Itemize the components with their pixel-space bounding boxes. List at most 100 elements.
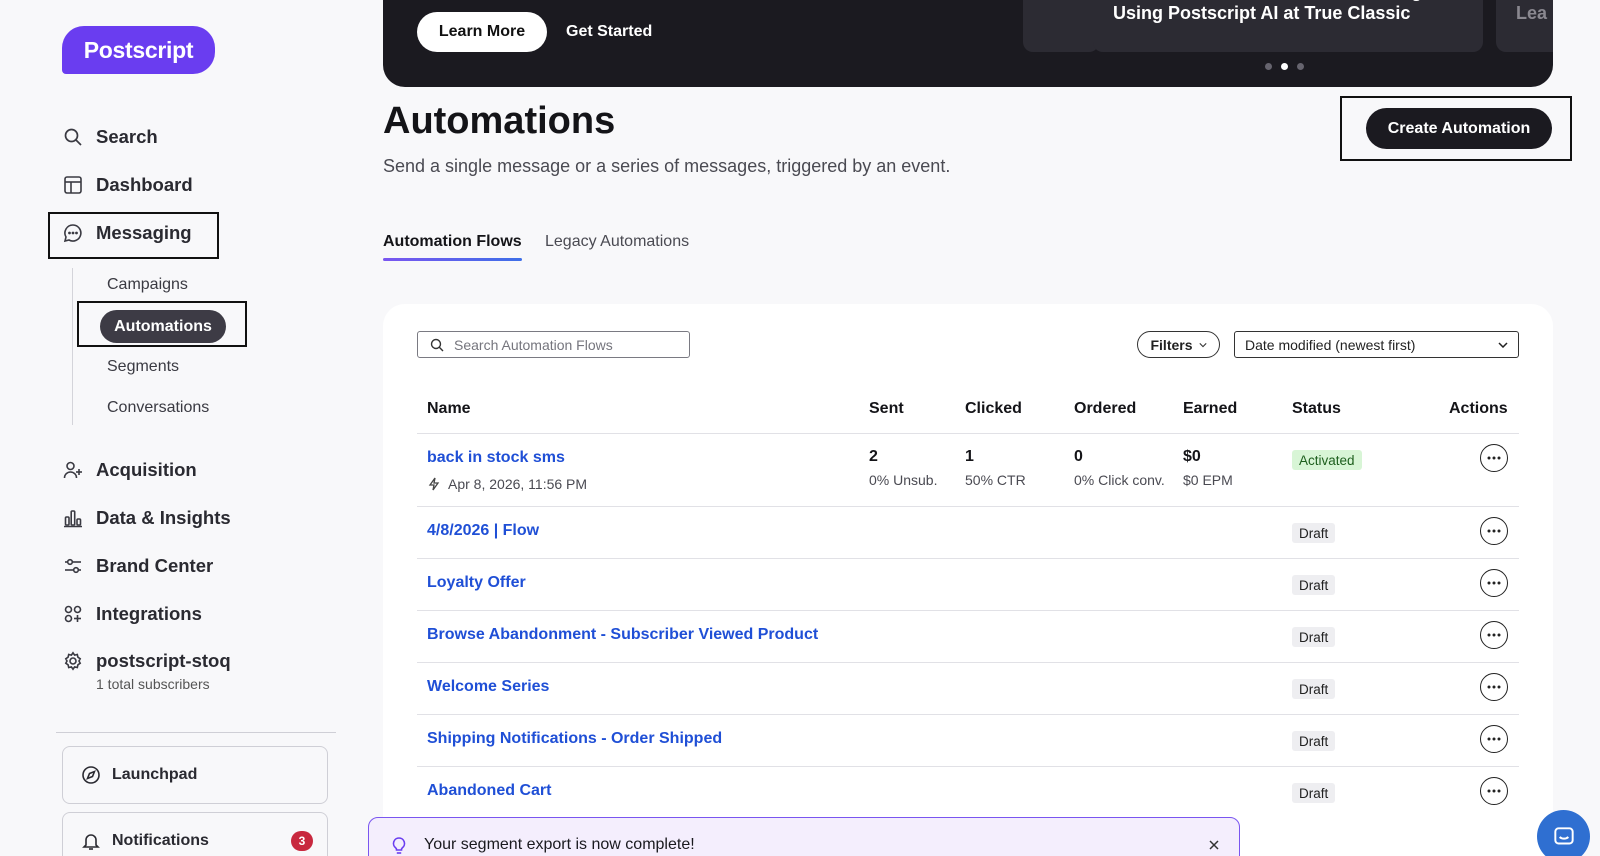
nav-label: Acquisition <box>96 459 197 480</box>
col-earned[interactable]: Earned <box>1183 400 1237 418</box>
col-name[interactable]: Name <box>427 400 471 418</box>
flow-link[interactable]: Loyalty Offer <box>427 574 526 592</box>
sent-value: 2 <box>869 448 878 465</box>
row-divider <box>417 433 1519 434</box>
compass-icon <box>81 765 101 785</box>
create-automation-button[interactable]: Create Automation <box>1366 108 1552 149</box>
notifications-badge: 3 <box>291 831 313 851</box>
nav-label: Data & Insights <box>96 507 231 528</box>
chevron-down-icon <box>1198 342 1207 348</box>
flow-link[interactable]: Welcome Series <box>427 678 549 696</box>
launchpad-label: Launchpad <box>112 766 198 783</box>
carousel-dot[interactable] <box>1297 63 1304 70</box>
tab-legacy-automations[interactable]: Legacy Automations <box>545 233 689 251</box>
filters-button[interactable]: Filters <box>1137 331 1220 358</box>
col-actions: Actions <box>1449 400 1508 417</box>
subscriber-count: 1 total subscribers <box>96 676 210 692</box>
chat-icon <box>62 222 84 244</box>
status-badge: Draft <box>1292 627 1336 647</box>
row-actions-button[interactable] <box>1480 517 1508 545</box>
dashboard-icon <box>62 174 84 196</box>
flow-date: Apr 8, 2026, 11:56 PM <box>427 476 587 492</box>
status-badge: Draft <box>1292 783 1336 803</box>
more-icon <box>1487 789 1501 793</box>
carousel-dot[interactable] <box>1265 63 1272 70</box>
row-actions-button[interactable] <box>1480 725 1508 753</box>
row-divider <box>417 558 1519 559</box>
carousel-card-main[interactable]: The Power of Data-Driven Marketing Using… <box>1093 0 1483 52</box>
more-icon <box>1487 737 1501 741</box>
search-placeholder: Search Automation Flows <box>454 336 613 353</box>
row-actions-button[interactable] <box>1480 444 1508 472</box>
more-icon <box>1487 581 1501 585</box>
nav-label: Dashboard <box>96 174 193 195</box>
flow-link[interactable]: Abandoned Cart <box>427 782 551 800</box>
sub-conversations[interactable]: Conversations <box>107 399 209 417</box>
ordered-value: 0 <box>1074 448 1083 465</box>
nav-label: Brand Center <box>96 555 214 576</box>
flow-link[interactable]: Shipping Notifications - Order Shipped <box>427 730 722 748</box>
more-icon <box>1487 633 1501 637</box>
row-actions-button[interactable] <box>1480 621 1508 649</box>
nav-acquisition[interactable]: Acquisition <box>62 459 197 481</box>
nav-integrations[interactable]: Integrations <box>62 603 202 625</box>
learn-more-button[interactable]: Learn More <box>417 12 547 52</box>
nav-label: Integrations <box>96 603 202 624</box>
get-started-button[interactable]: Get Started <box>566 12 652 52</box>
launchpad-button[interactable]: Launchpad <box>62 746 328 804</box>
carousel-dots <box>1265 63 1304 70</box>
more-icon <box>1487 529 1501 533</box>
page-title: Automations <box>383 100 616 142</box>
status-badge: Draft <box>1292 523 1336 543</box>
nav-account[interactable]: postscript-stoq <box>62 650 231 672</box>
row-divider <box>417 714 1519 715</box>
col-ordered[interactable]: Ordered <box>1074 400 1136 418</box>
nav-messaging[interactable]: Messaging <box>62 222 192 244</box>
bell-icon <box>81 831 101 851</box>
sub-automations[interactable]: Automations <box>100 310 226 343</box>
status-badge: Draft <box>1292 679 1336 699</box>
search-icon <box>62 126 84 148</box>
row-actions-button[interactable] <box>1480 569 1508 597</box>
clicked-sub: 50% CTR <box>965 472 1026 488</box>
col-sent[interactable]: Sent <box>869 400 904 418</box>
close-icon[interactable] <box>1207 838 1221 852</box>
user-plus-icon <box>62 459 84 481</box>
lightbulb-icon <box>389 836 409 856</box>
sort-select[interactable]: Date modified (newest first) <box>1234 331 1519 358</box>
col-clicked[interactable]: Clicked <box>965 400 1022 418</box>
chevron-down-icon <box>1498 341 1508 348</box>
tab-automation-flows[interactable]: Automation Flows <box>383 233 522 251</box>
more-icon <box>1487 456 1501 460</box>
earned-sub: $0 EPM <box>1183 472 1233 488</box>
nav-brand-center[interactable]: Brand Center <box>62 555 213 577</box>
flow-link[interactable]: Browse Abandonment - Subscriber Viewed P… <box>427 626 818 644</box>
toast-notification: Your segment export is now complete! <box>368 817 1240 856</box>
col-status[interactable]: Status <box>1292 400 1341 418</box>
lightning-icon <box>427 477 441 491</box>
flow-link[interactable]: 4/8/2026 | Flow <box>427 522 539 540</box>
ordered-sub: 0% Click conv. <box>1074 472 1165 488</box>
search-input[interactable]: Search Automation Flows <box>417 331 690 358</box>
sub-campaigns[interactable]: Campaigns <box>107 276 188 294</box>
carousel-card-left[interactable]: to <box>1023 0 1099 52</box>
notifications-label: Notifications <box>112 832 209 849</box>
nav-search[interactable]: Search <box>62 126 158 148</box>
clicked-value: 1 <box>965 448 974 465</box>
row-actions-button[interactable] <box>1480 777 1508 805</box>
postscript-logo[interactable]: Postscript <box>62 26 215 74</box>
sub-segments[interactable]: Segments <box>107 358 179 376</box>
nav-dashboard[interactable]: Dashboard <box>62 174 193 196</box>
carousel-card-right[interactable]: Inn Lea <box>1496 0 1553 52</box>
nav-data-insights[interactable]: Data & Insights <box>62 507 231 529</box>
notifications-button[interactable]: Notifications 3 <box>62 812 328 856</box>
status-badge: Draft <box>1292 575 1336 595</box>
status-badge: Draft <box>1292 731 1336 751</box>
carousel-dot-active[interactable] <box>1281 63 1288 70</box>
row-actions-button[interactable] <box>1480 673 1508 701</box>
support-chat-button[interactable] <box>1537 810 1590 856</box>
carousel-card-text: to <box>1043 0 1060 1</box>
carousel-card-text: Inn Lea <box>1516 0 1548 23</box>
grid-plus-icon <box>62 603 84 625</box>
flow-link[interactable]: back in stock sms <box>427 449 565 467</box>
